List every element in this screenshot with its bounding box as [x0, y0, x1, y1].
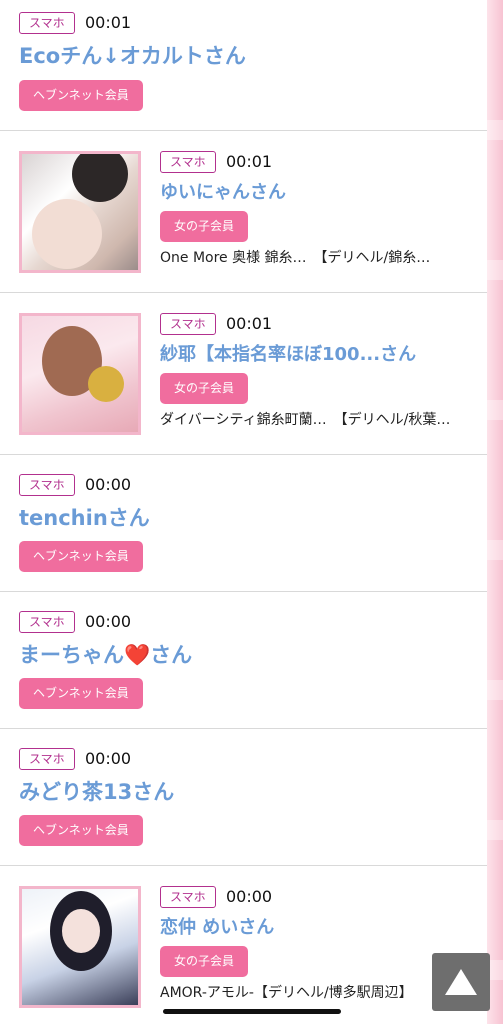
- user-name-link[interactable]: みどり茶13さん: [19, 778, 174, 806]
- access-time: 00:01: [85, 13, 132, 32]
- shop-name-link[interactable]: One More 奥様 錦糸… 【デリヘル/錦糸…: [160, 248, 430, 268]
- user-name-link[interactable]: 紗耶【本指名率ほぼ100...さん: [160, 341, 416, 369]
- scroll-to-top-button[interactable]: [432, 953, 490, 1011]
- device-badge: スマホ: [160, 886, 216, 908]
- member-type-badge: ヘブンネット会員: [19, 815, 143, 846]
- member-type-badge: 女の子会員: [160, 373, 249, 404]
- girl-thumbnail[interactable]: [19, 886, 141, 1008]
- user-name-link[interactable]: Ecoチん↓オカルトさん: [19, 42, 246, 70]
- girl-thumbnail[interactable]: [19, 151, 141, 273]
- access-history-list: スマホ 00:01 Ecoチん↓オカルトさん ヘブンネット会員 スマホ 00:0…: [0, 0, 487, 1026]
- shop-name-link[interactable]: ダイバーシティ錦糸町蘭… 【デリヘル/秋葉…: [160, 410, 450, 430]
- access-time: 00:01: [226, 314, 273, 333]
- user-name-link[interactable]: ゆいにゃんさん: [160, 179, 286, 207]
- list-item[interactable]: スマホ 00:00 みどり茶13さん ヘブンネット会員: [0, 729, 487, 866]
- access-time: 00:01: [226, 152, 273, 171]
- face-shape: [62, 909, 100, 953]
- list-item[interactable]: スマホ 00:01 紗耶【本指名率ほぼ100...さん 女の子会員 ダイバーシテ…: [0, 293, 487, 455]
- list-item[interactable]: スマホ 00:01 Ecoチん↓オカルトさん ヘブンネット会員: [0, 0, 487, 131]
- user-name-link[interactable]: tenchinさん: [19, 504, 150, 532]
- list-item[interactable]: スマホ 00:01 ゆいにゃんさん 女の子会員 One More 奥様 錦糸… …: [0, 131, 487, 293]
- device-badge: スマホ: [160, 313, 216, 335]
- member-type-badge: 女の子会員: [160, 946, 249, 977]
- member-type-badge: 女の子会員: [160, 211, 249, 242]
- body-shape: [32, 199, 102, 269]
- device-badge: スマホ: [19, 474, 75, 496]
- access-time: 00:00: [85, 475, 132, 494]
- member-type-badge: ヘブンネット会員: [19, 678, 143, 709]
- access-time: 00:00: [85, 612, 132, 631]
- user-name-link[interactable]: 恋仲 めいさん: [160, 914, 274, 942]
- device-badge: スマホ: [19, 748, 75, 770]
- device-badge: スマホ: [19, 12, 75, 34]
- device-badge: スマホ: [160, 151, 216, 173]
- user-name-link[interactable]: まーちゃん❤️さん: [19, 641, 192, 669]
- member-type-badge: ヘブンネット会員: [19, 80, 143, 111]
- list-item[interactable]: スマホ 00:00 tenchinさん ヘブンネット会員: [0, 455, 487, 592]
- access-time: 00:00: [85, 749, 132, 768]
- access-time: 00:00: [226, 887, 273, 906]
- list-item[interactable]: スマホ 00:00 まーちゃん❤️さん ヘブンネット会員: [0, 592, 487, 729]
- member-type-badge: ヘブンネット会員: [19, 541, 143, 572]
- shop-name-link[interactable]: AMOR-アモル-【デリヘル/博多駅周辺】: [160, 983, 413, 1003]
- girl-thumbnail[interactable]: [19, 313, 141, 435]
- list-item[interactable]: スマホ 00:00 恋仲 めいさん 女の子会員 AMOR-アモル-【デリヘル/博…: [0, 866, 487, 1026]
- up-triangle-icon: [445, 969, 477, 995]
- home-indicator: [163, 1009, 341, 1014]
- rank-medal-shape: [88, 366, 124, 402]
- side-decoration-stripe: [487, 0, 503, 1024]
- device-badge: スマホ: [19, 611, 75, 633]
